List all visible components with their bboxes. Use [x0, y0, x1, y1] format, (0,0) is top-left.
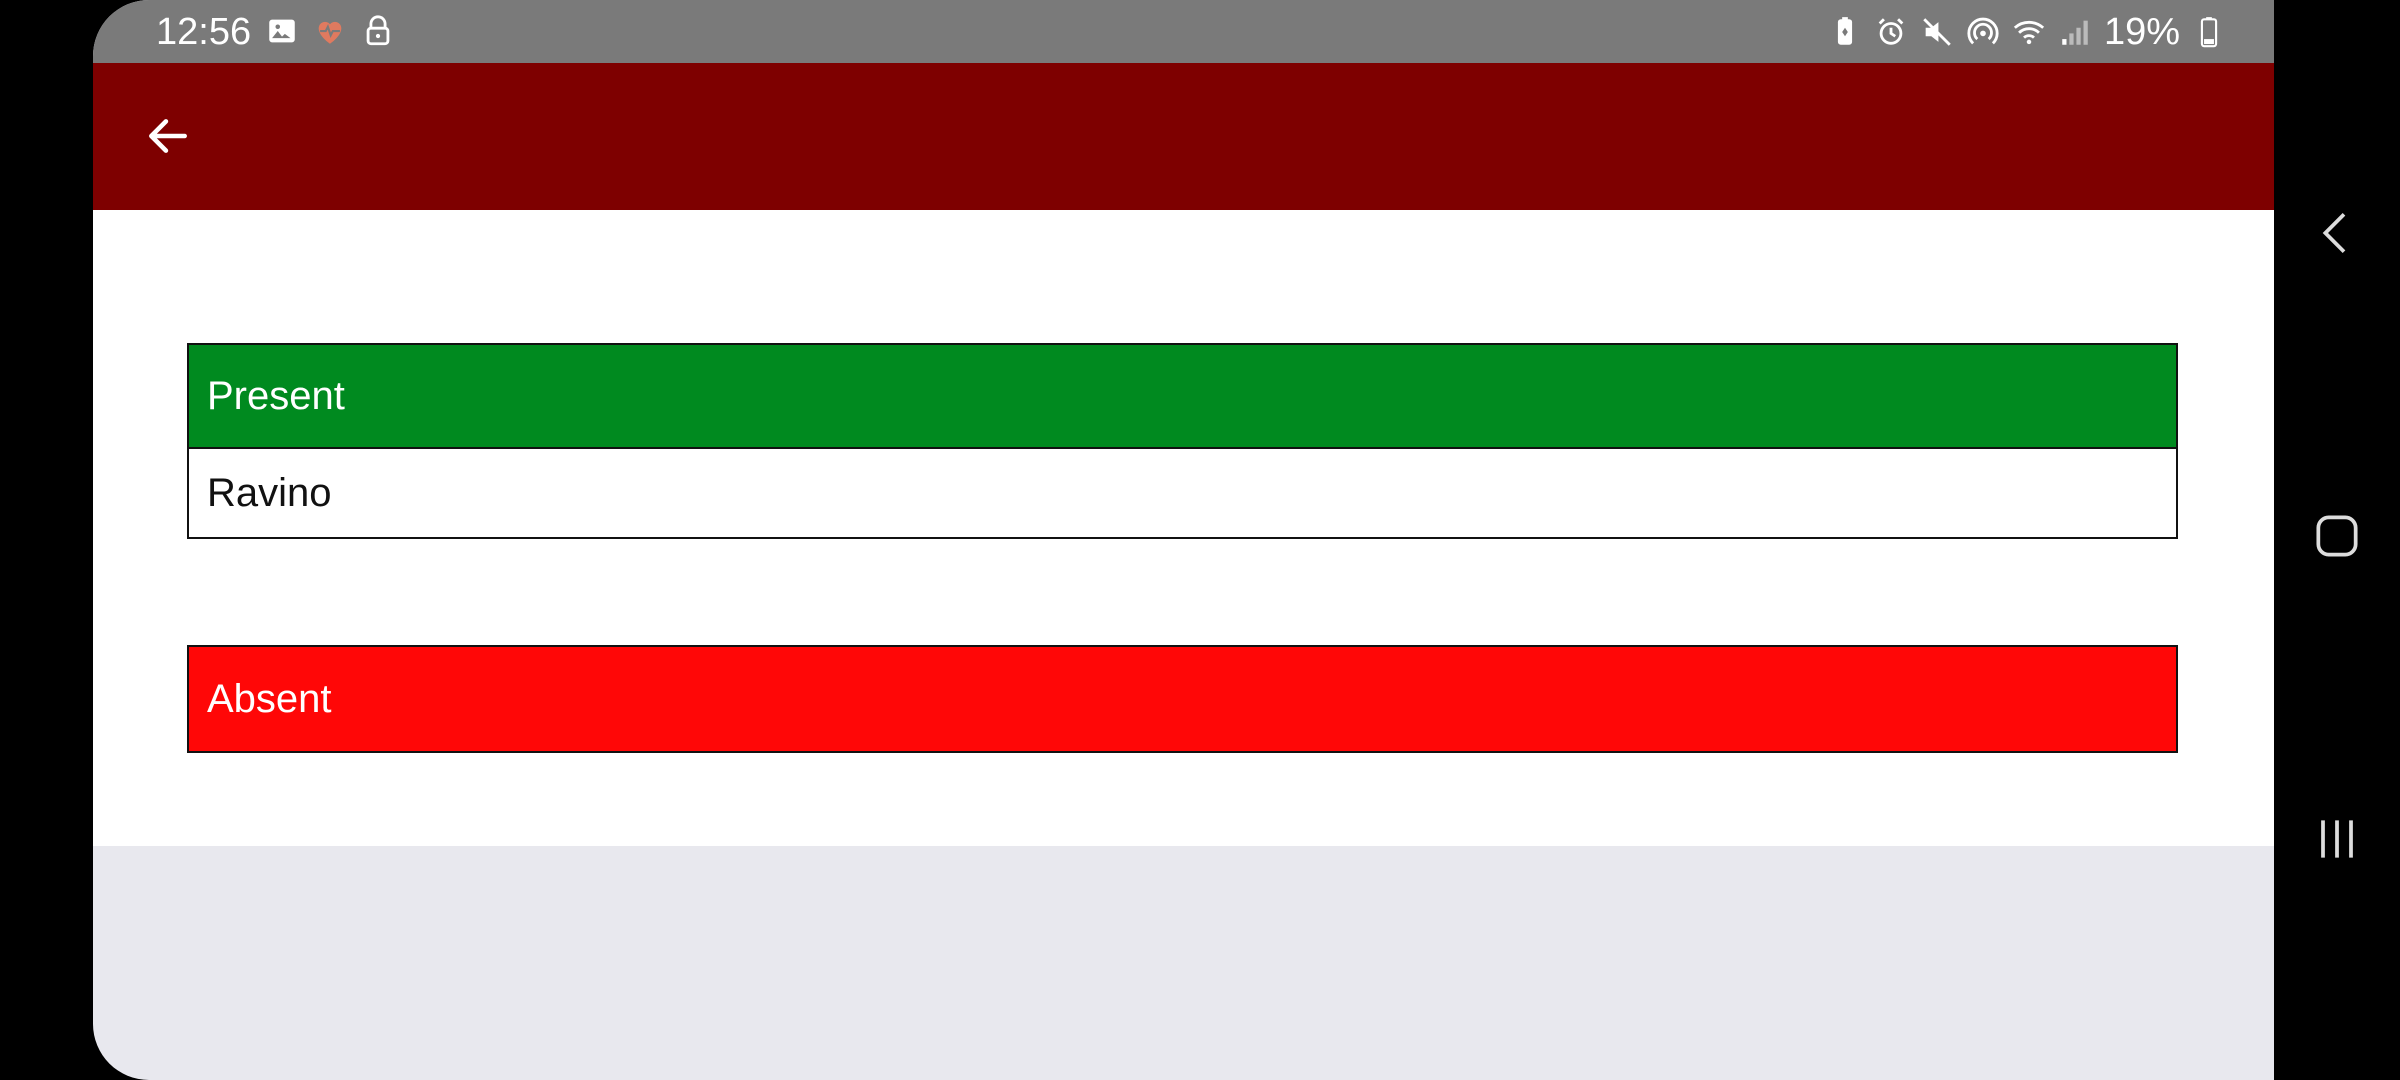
status-left-icons	[265, 14, 395, 48]
app-bar	[93, 63, 2274, 210]
status-right: 19%	[1828, 10, 2226, 54]
nav-recents-icon	[2309, 811, 2365, 872]
health-icon	[313, 14, 347, 48]
lock-icon	[361, 14, 395, 48]
battery-saver-icon	[1828, 15, 1862, 49]
present-table: Present Ravino	[187, 343, 2178, 539]
device: 12:56 19% Present Ravino Absent	[0, 0, 2400, 1080]
hotspot-icon	[1966, 15, 2000, 49]
nav-back-button[interactable]	[2302, 200, 2372, 270]
status-time: 12:56	[156, 11, 252, 53]
attendance-content: Present Ravino Absent	[93, 210, 2274, 846]
nav-recents-button[interactable]	[2302, 806, 2372, 876]
signal-icon	[2058, 15, 2092, 49]
back-button[interactable]	[133, 103, 203, 173]
wifi-icon	[2012, 15, 2046, 49]
nav-home-button[interactable]	[2302, 503, 2372, 573]
absent-header: Absent	[189, 647, 2176, 751]
battery-percent: 19%	[2103, 11, 2180, 53]
alarm-icon	[1874, 15, 1908, 49]
present-header: Present	[189, 345, 2176, 449]
app-screen: 12:56 19% Present Ravino Absent	[93, 0, 2274, 1080]
present-row[interactable]: Ravino	[189, 449, 2176, 537]
battery-icon	[2192, 15, 2226, 49]
arrow-left-icon	[143, 111, 193, 166]
absent-table: Absent	[187, 645, 2178, 753]
nav-home-icon	[2309, 508, 2365, 569]
navigation-bar	[2274, 0, 2400, 1080]
nav-back-icon	[2309, 205, 2365, 266]
image-icon	[265, 14, 299, 48]
status-bar: 12:56 19%	[93, 0, 2274, 63]
mute-icon	[1920, 15, 1954, 49]
